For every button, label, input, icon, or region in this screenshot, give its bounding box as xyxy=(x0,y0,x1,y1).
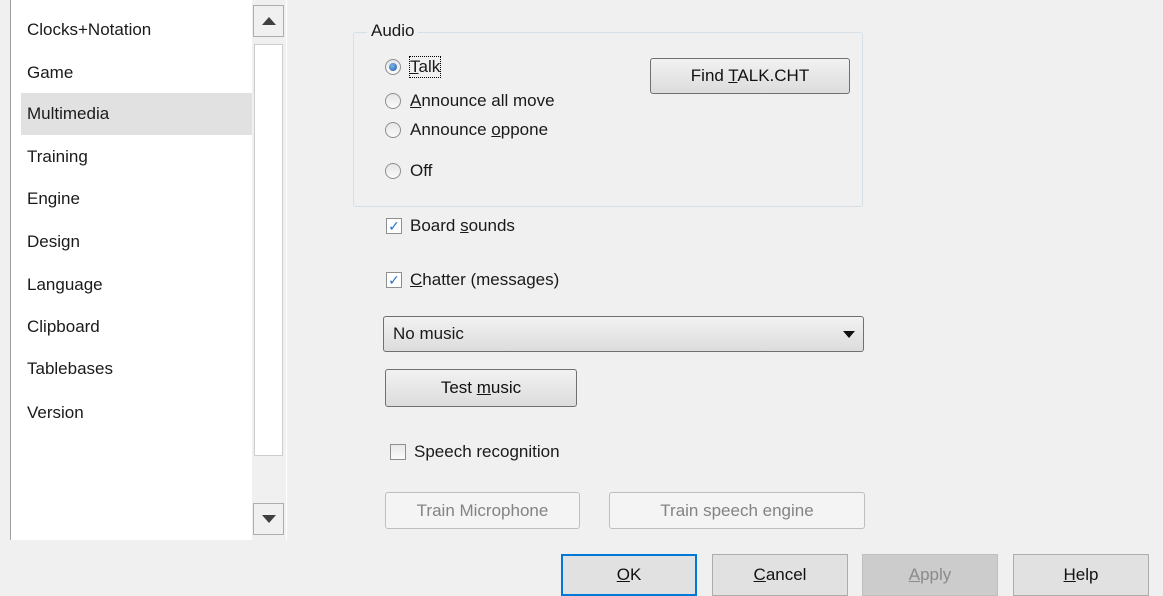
train-speech-engine-button[interactable]: Train speech engine xyxy=(609,492,865,529)
scroll-up-button[interactable] xyxy=(253,5,284,37)
radio-label-announce-all: Announce all move xyxy=(410,91,555,110)
cancel-button[interactable]: Cancel xyxy=(712,554,848,596)
category-item-engine[interactable]: Engine xyxy=(21,178,256,220)
ok-button[interactable]: OK xyxy=(561,554,697,596)
radio-off[interactable]: Off xyxy=(385,158,594,184)
category-item-clocks-notation[interactable]: Clocks+Notation xyxy=(21,9,256,51)
help-button[interactable]: Help xyxy=(1013,554,1149,596)
category-item-multimedia[interactable]: Multimedia xyxy=(21,93,256,135)
test-music-label: Test music xyxy=(440,378,522,397)
find-talk-label: Find TALK.CHT xyxy=(690,66,810,85)
audio-group-title: Audio xyxy=(367,20,419,42)
chatter-checkbox[interactable]: ✓ Chatter (messages) xyxy=(386,267,559,293)
music-dropdown-value: No music xyxy=(393,324,464,343)
checkbox-box[interactable] xyxy=(390,444,406,460)
radio-label-talk: Talk xyxy=(408,56,442,78)
category-item-clipboard[interactable]: Clipboard xyxy=(21,306,256,348)
test-music-button[interactable]: Test music xyxy=(385,369,577,407)
scroll-down-button[interactable] xyxy=(253,503,284,535)
category-item-training[interactable]: Training xyxy=(21,136,256,178)
train-microphone-button[interactable]: Train Microphone xyxy=(385,492,580,529)
cancel-label: Cancel xyxy=(753,565,807,584)
category-item-version[interactable]: Version xyxy=(21,392,256,434)
apply-label: Apply xyxy=(908,565,952,584)
board-sounds-label: Board sounds xyxy=(410,216,515,235)
category-list[interactable]: Clocks+Notation Game Multimedia Training… xyxy=(10,0,287,541)
dropdown-arrow-icon xyxy=(843,331,855,338)
radio-button[interactable] xyxy=(385,59,401,75)
find-talk-button[interactable]: Find TALK.CHT xyxy=(650,58,850,94)
board-sounds-checkbox[interactable]: ✓ Board sounds xyxy=(386,213,515,239)
triangle-up-icon xyxy=(261,17,276,25)
category-item-tablebases[interactable]: Tablebases xyxy=(21,348,256,390)
radio-button[interactable] xyxy=(385,122,401,138)
check-icon[interactable]: ✓ xyxy=(386,272,402,288)
radio-label-announce-opponent: Announce oppone xyxy=(410,120,549,139)
help-label: Help xyxy=(1063,565,1099,584)
radio-announce-opponent[interactable]: Announce oppone xyxy=(385,117,594,143)
category-item-design[interactable]: Design xyxy=(21,221,256,263)
check-icon[interactable]: ✓ xyxy=(386,218,402,234)
category-item-language[interactable]: Language xyxy=(21,264,256,306)
train-microphone-label: Train Microphone xyxy=(416,500,549,520)
apply-button[interactable]: Apply xyxy=(862,554,998,596)
radio-announce-all-moves[interactable]: Announce all move xyxy=(385,88,594,114)
speech-recognition-label: Speech recognition xyxy=(414,442,560,461)
triangle-down-icon xyxy=(261,515,276,523)
radio-button[interactable] xyxy=(385,163,401,179)
category-item-game[interactable]: Game xyxy=(21,52,256,94)
speech-recognition-checkbox[interactable]: Speech recognition xyxy=(390,439,560,465)
radio-label-off: Off xyxy=(410,161,433,180)
train-speech-engine-label: Train speech engine xyxy=(660,500,814,520)
ok-label: OK xyxy=(616,565,642,584)
scrollbar-thumb[interactable] xyxy=(254,44,283,456)
music-dropdown[interactable]: No music xyxy=(383,316,864,352)
radio-talk[interactable]: Talk xyxy=(385,54,625,80)
radio-button[interactable] xyxy=(385,93,401,109)
chatter-label: Chatter (messages) xyxy=(410,270,560,289)
